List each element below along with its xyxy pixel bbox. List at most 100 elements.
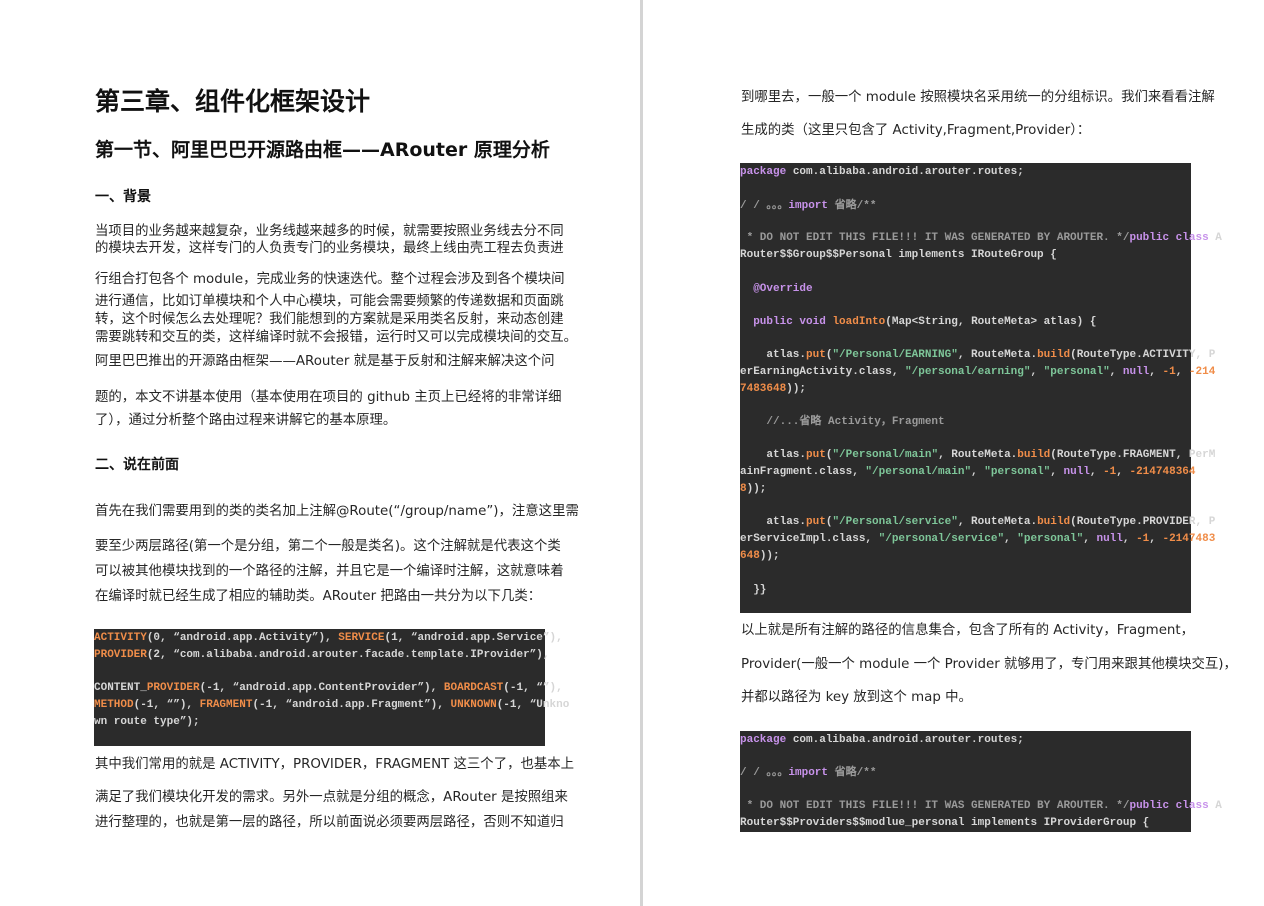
code-token: public class xyxy=(1129,800,1209,812)
code-token: "/personal/earning" xyxy=(905,366,1031,378)
code-token: null xyxy=(1063,466,1090,478)
code-token: atlas. xyxy=(740,516,807,528)
code-token: )); xyxy=(759,550,780,562)
code-token: package xyxy=(740,734,787,746)
text-line: 在编译时就已经生成了相应的辅助类。ARouter 把路由一共分为以下几类： xyxy=(95,589,542,604)
code-token: / / 。。。 xyxy=(740,767,789,779)
text-line: 转，这个时候怎么去处理呢？我们能想到的方案就是采用类名反射，来动态创建 xyxy=(95,312,564,327)
code-token: (-1, “”), xyxy=(503,682,563,694)
code-token: import xyxy=(788,767,829,779)
code-token: , xyxy=(1089,466,1104,478)
code-token: ainFragment.class, xyxy=(740,466,866,478)
code-token: , RouteMeta. xyxy=(957,349,1038,361)
text-line: 以上就是所有注解的路径的信息集合，包含了所有的 Activity，Fragmen… xyxy=(741,623,1195,638)
code-token: null xyxy=(1122,366,1150,378)
code-token: (2, “com.alibaba.android.arouter.facade.… xyxy=(146,649,550,661)
code-token: UNKNOWN xyxy=(450,699,497,711)
code-line: METHOD(-1, “”), FRAGMENT(-1, “android.ap… xyxy=(94,697,569,713)
code-token: public void xyxy=(753,316,826,328)
code-token: //...省略 Activity，Fragment xyxy=(740,416,945,428)
code-token: SERVICE xyxy=(338,632,385,644)
code-token: , xyxy=(1149,366,1163,378)
code-line: public void loadInto(Map<String, RouteMe… xyxy=(740,314,1096,330)
code-line: @Override xyxy=(740,281,813,297)
code-token: (-1, “android.app.Fragment”), xyxy=(252,699,451,711)
code-line: ACTIVITY(0, “android.app.Activity”), SER… xyxy=(94,630,563,646)
text-line: 要至少两层路径(第一个是分组，第二个一般是类名)。这个注解就是代表这个类 xyxy=(95,539,561,554)
code-line: //...省略 Activity，Fragment xyxy=(740,414,945,430)
text-line: 阿里巴巴推出的开源路由框架——ARouter 就是基于反射和注解来解决这个问 xyxy=(95,354,555,369)
code-token: , RouteMeta. xyxy=(957,516,1038,528)
code-token: (RouteType.ACTIVITY, P xyxy=(1070,349,1216,361)
code-line: 7483648)); xyxy=(740,381,806,397)
heading-background: 一、背景 xyxy=(95,189,151,205)
right-page: 到哪里去，一般一个 module 按照模块名采用统一的分组标识。我们来看看注解生… xyxy=(643,0,1264,906)
code-token: A xyxy=(1208,800,1222,812)
code-token: * DO NOT EDIT THIS FILE!!! IT WAS GENERA… xyxy=(740,232,1130,244)
code-line: Router$$Providers$$modlue_personal imple… xyxy=(740,815,1149,831)
code-token: put xyxy=(806,449,826,461)
code-token: -2147483 xyxy=(1162,533,1216,545)
code-token: , xyxy=(1109,366,1123,378)
code-line: PROVIDER(2, “com.alibaba.android.arouter… xyxy=(94,647,549,663)
code-block-providers: package com.alibaba.android.arouter.rout… xyxy=(740,731,1222,832)
code-token: * DO NOT EDIT THIS FILE!!! IT WAS GENERA… xyxy=(740,800,1130,812)
code-token: wn route type”); xyxy=(94,716,200,728)
code-line: wn route type”); xyxy=(94,714,200,730)
chapter-title: 第三章、组件化框架设计 xyxy=(95,87,371,116)
code-line: / / 。。。import 省略/** xyxy=(740,198,876,214)
code-token: , xyxy=(1083,533,1097,545)
code-token: (-1, “Unkno xyxy=(496,699,570,711)
code-token: build xyxy=(1037,516,1071,528)
code-line: atlas.put("/Personal/main", RouteMeta.bu… xyxy=(740,447,1215,463)
text-line: 了），通过分析整个路由过程来讲解它的基本原理。 xyxy=(95,413,397,428)
code-token: , RouteMeta. xyxy=(938,449,1018,461)
code-token: null xyxy=(1096,533,1123,545)
code-token: 7483648 xyxy=(740,383,787,395)
code-token: PROVIDER xyxy=(94,649,147,661)
text-line: 题的，本文不讲基本使用（基本使用在项目的 github 主页上已经将的非常详细 xyxy=(95,390,562,405)
code-token: }} xyxy=(740,584,767,596)
text-line: 当项目的业务越来越复杂，业务线越来越多的时候，就需要按照业务线去分不同 xyxy=(95,224,564,239)
code-token: CONTENT_ xyxy=(94,682,147,694)
code-token: @Override xyxy=(753,283,813,295)
code-line: erEarningActivity.class, "/personal/earn… xyxy=(740,364,1215,380)
code-token: -1 xyxy=(1136,533,1150,545)
text-line: 其中我们常用的就是 ACTIVITY，PROVIDER，FRAGMENT 这三个… xyxy=(95,757,575,772)
code-token: 648 xyxy=(740,550,760,562)
code-token: "/personal/service" xyxy=(878,533,1005,545)
code-token: "personal" xyxy=(1017,533,1084,545)
code-line: atlas.put("/Personal/EARNING", RouteMeta… xyxy=(740,347,1215,363)
code-token: "/personal/main" xyxy=(865,466,972,478)
code-token: (Map<String, RouteMeta> atlas) { xyxy=(885,316,1097,328)
text-line: Provider(一般一个 module 一个 Provider 就够用了，专门… xyxy=(741,657,1237,672)
code-token: (RouteType.FRAGMENT, PerM xyxy=(1050,449,1216,461)
code-token: 省略/** xyxy=(828,200,877,212)
code-token: -1 xyxy=(1103,466,1117,478)
text-line: 到哪里去，一般一个 module 按照模块名采用统一的分组标识。我们来看看注解 xyxy=(741,90,1215,105)
code-line: 648)); xyxy=(740,548,780,564)
code-line: CONTENT_PROVIDER(-1, “android.app.Conten… xyxy=(94,680,563,696)
code-token: public class xyxy=(1129,232,1209,244)
code-line: }} xyxy=(740,582,766,598)
text-line: 的模块去开发，这样专门的人负责专门的业务模块，最终上线由壳工程去负责进 xyxy=(95,241,564,256)
text-line: 需要跳转和交互的类，这样编译时就不会报错，运行时又可以完成模块间的交互。 xyxy=(95,330,578,345)
code-token: 省略/** xyxy=(828,767,877,779)
code-block-route-types: ACTIVITY(0, “android.app.Activity”), SER… xyxy=(94,629,569,746)
code-token: com.alibaba.android.arouter.routes; xyxy=(786,166,1024,178)
code-token: , xyxy=(1122,533,1137,545)
code-token: loadInto xyxy=(832,316,886,328)
text-line: 并都以路径为 key 放到这个 map 中。 xyxy=(741,690,972,705)
code-token: A xyxy=(1208,232,1222,244)
heading-preface: 二、说在前面 xyxy=(95,457,179,473)
code-line: ainFragment.class, "/personal/main", "pe… xyxy=(740,464,1196,480)
section-title: 第一节、阿里巴巴开源路由框——ARouter 原理分析 xyxy=(95,139,550,161)
code-token: , xyxy=(1149,533,1163,545)
code-token: put xyxy=(806,349,826,361)
code-token: atlas. xyxy=(740,349,807,361)
code-token: import xyxy=(788,200,829,212)
code-line: / / 。。。import 省略/** xyxy=(740,765,876,781)
code-token: BOARDCAST xyxy=(443,682,504,694)
text-line: 进行整理的，也就是第一层的路径，所以前面说必须要两层路径，否则不知道归 xyxy=(95,815,564,830)
